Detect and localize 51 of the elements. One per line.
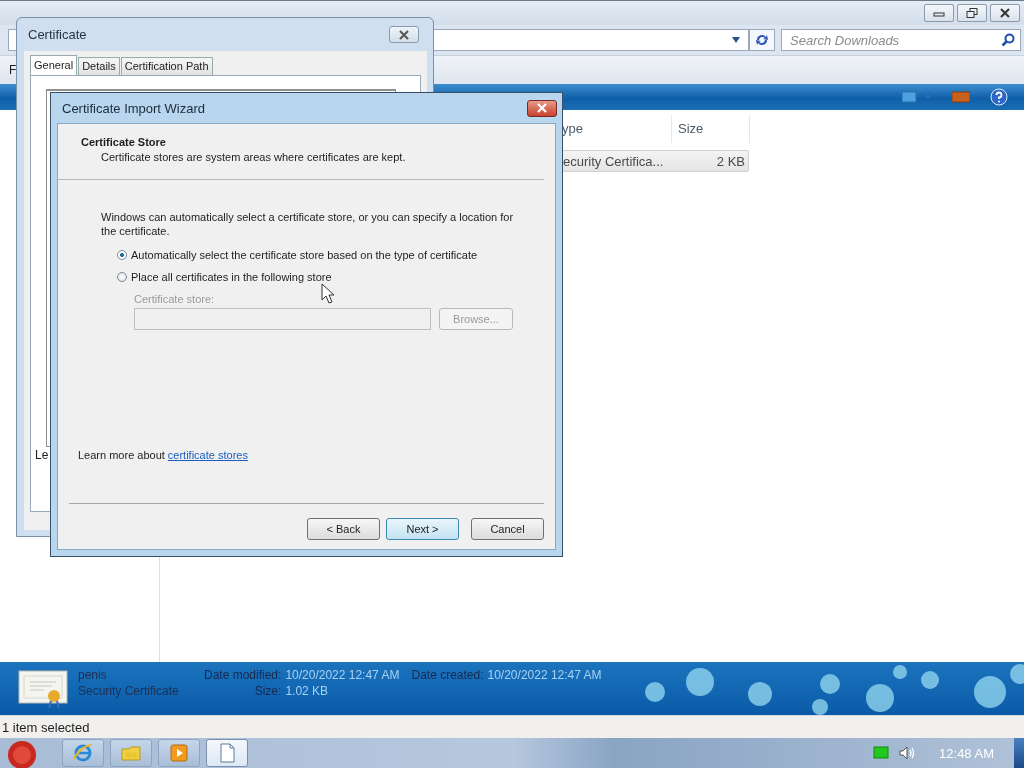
file-name: penis — [78, 668, 108, 682]
restore-icon[interactable] — [966, 8, 978, 18]
radio-label[interactable]: Place all certificates in the following store — [131, 271, 332, 283]
help-text: Learn more about — [78, 449, 165, 461]
refresh-icon[interactable] — [755, 33, 769, 47]
instruction-text: Windows can automatically select a certificate store, or you can specify a location for the certificate. — [101, 210, 515, 238]
panel-text: Le — [35, 448, 49, 462]
property-label: Date created: — [411, 668, 484, 682]
page-heading: Certificate Store — [81, 136, 167, 148]
restore-button[interactable] — [957, 4, 987, 22]
property-label: Size: — [253, 684, 282, 698]
wizard-button[interactable]: Cancel — [471, 518, 544, 540]
wizard-button[interactable]: Next > — [386, 518, 459, 540]
taskbar-button[interactable] — [206, 739, 248, 767]
help-link[interactable]: certificate stores — [167, 449, 248, 461]
tab[interactable]: Details — [78, 57, 120, 75]
tab[interactable]: Certification Path — [120, 57, 213, 75]
browser-icon — [72, 742, 94, 764]
radio-button[interactable] — [117, 250, 127, 260]
table-cell-text: ecurity Certifica... — [563, 153, 665, 169]
close-icon[interactable] — [999, 8, 1011, 18]
status-text: 1 item selected — [1, 719, 90, 735]
file-row[interactable]: ecurity Certifica... 2 KB — [562, 150, 749, 172]
column-header[interactable]: Size — [672, 115, 750, 143]
window-title: Certificate — [27, 27, 87, 42]
close-icon[interactable] — [398, 29, 410, 40]
file-type: Security Certificate — [78, 684, 180, 698]
play-icon — [168, 742, 190, 764]
close-button[interactable] — [389, 26, 419, 43]
property-value: 10/20/2022 12:47 AM — [487, 668, 602, 682]
property-label: Date modified: — [204, 668, 282, 682]
certificate-icon — [18, 668, 70, 708]
cursor-icon — [321, 283, 335, 305]
search-field[interactable]: Search Downloads — [781, 29, 1021, 51]
radio-button[interactable] — [117, 272, 127, 282]
search-icon[interactable] — [1001, 33, 1015, 47]
dropdown-arrow-icon[interactable] — [732, 37, 740, 43]
field-label: Certificate store: — [134, 293, 215, 305]
tab[interactable]: General — [30, 55, 78, 76]
close-button[interactable] — [990, 4, 1020, 22]
menu-item[interactable]: F — [9, 63, 17, 77]
window-title: Certificate Import Wizard — [61, 100, 206, 116]
refresh-button[interactable] — [749, 29, 775, 51]
property-value: 10/20/2022 12:47 AM — [285, 668, 400, 682]
wizard-button[interactable]: < Back — [307, 518, 380, 540]
close-button[interactable] — [527, 99, 557, 117]
radio-label[interactable]: Automatically select the certificate store based on the type of certificate — [131, 249, 478, 261]
property-value: 1.02 KB — [285, 684, 330, 698]
table-cell-text: 2 KB — [716, 153, 746, 169]
help-icon[interactable] — [990, 88, 1008, 106]
page-subheading: Certificate stores are system areas where certificates are kept. — [101, 151, 407, 163]
